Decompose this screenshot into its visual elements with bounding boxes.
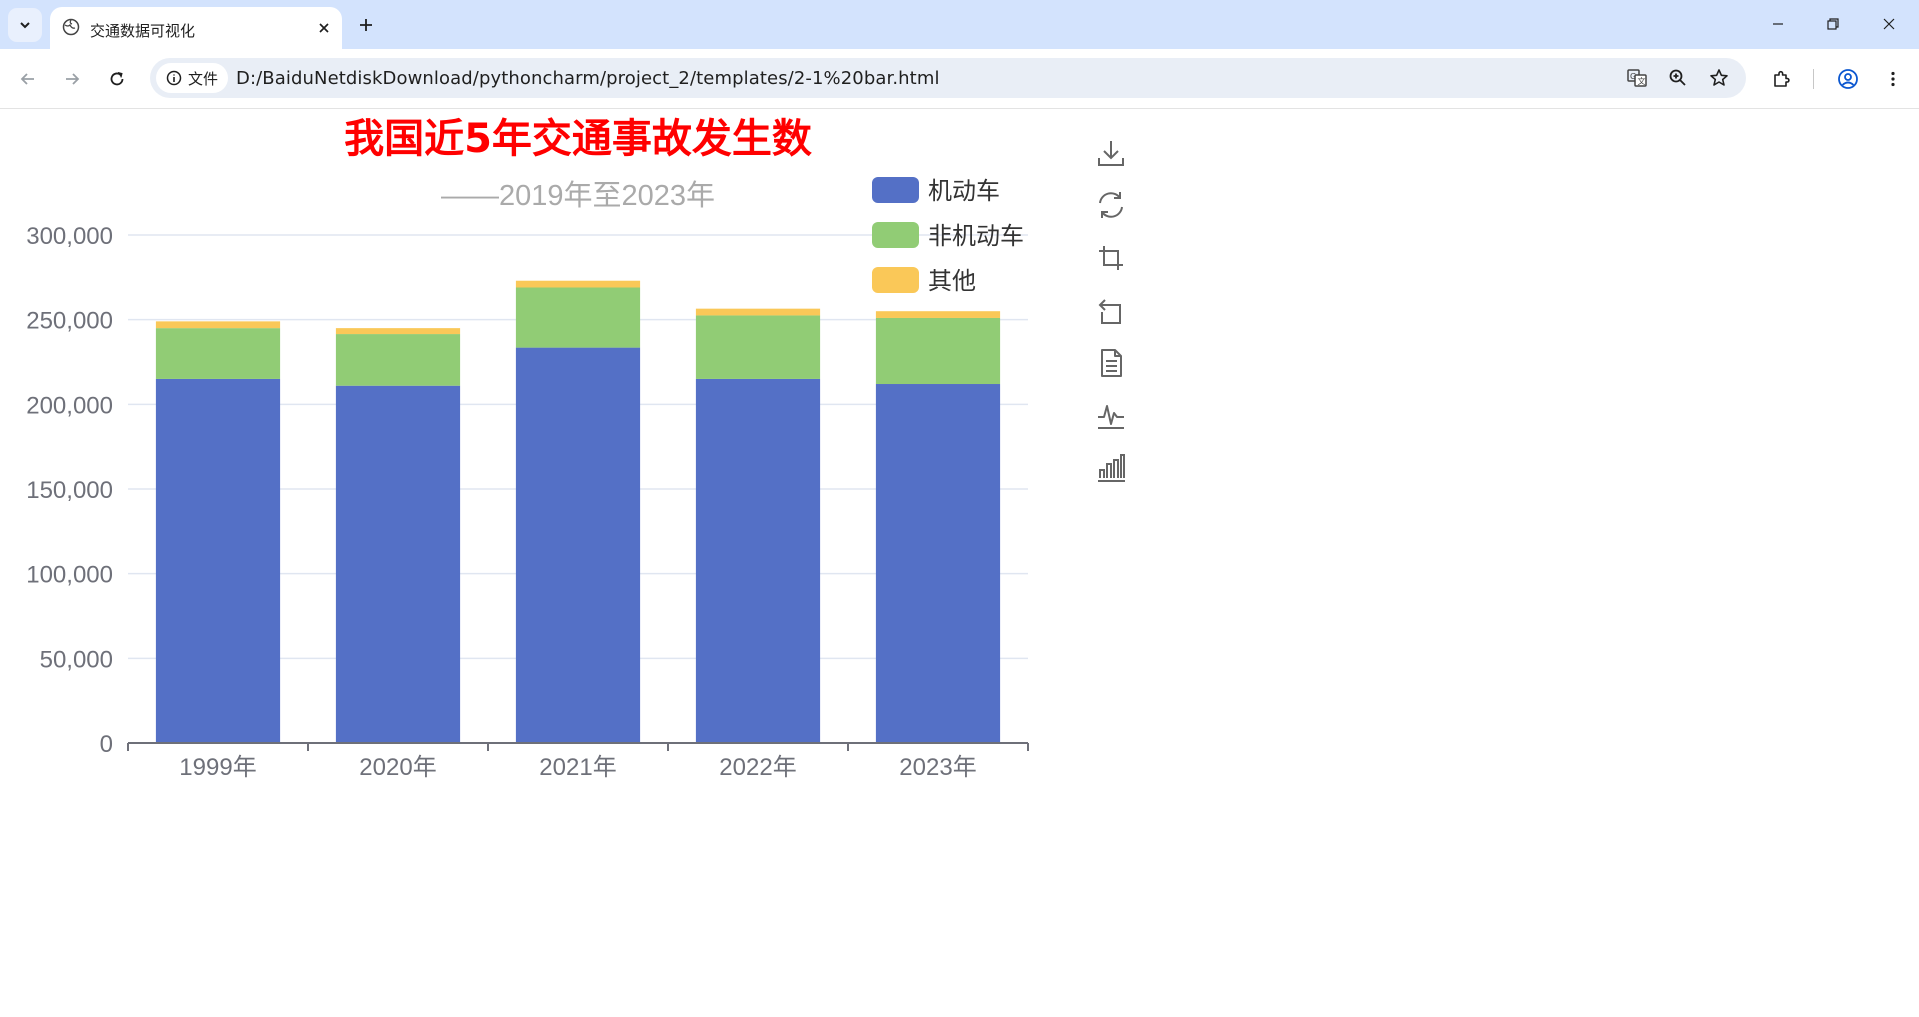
bar-segment [335, 334, 461, 386]
chart-title: 我国近5年交通事故发生数 [344, 116, 812, 162]
extensions-button[interactable] [1766, 63, 1798, 95]
legend-label: 非机动车 [928, 222, 1024, 250]
x-tick-label: 2021年 [539, 754, 616, 781]
tab-strip: 交通数据可视化 [0, 0, 1919, 49]
y-tick-label: 150,000 [26, 477, 113, 504]
stacked-bar-chart: 我国近5年交通事故发生数 ——2019年至2023年 0 50,000 100,00… [26, 116, 1029, 781]
toolbox-save-image[interactable] [1094, 136, 1128, 170]
more-vert-icon [1891, 71, 1895, 87]
svg-text:G: G [1630, 72, 1636, 81]
zoom-reset-icon [1098, 299, 1121, 324]
bar-segment [695, 378, 821, 743]
restore-icon [1827, 18, 1839, 30]
url-text[interactable]: D:/BaiduNetdiskDownload/pythoncharm/proj… [236, 68, 940, 89]
y-tick-label: 200,000 [26, 392, 113, 419]
zoom-button[interactable] [1665, 65, 1691, 91]
refresh-icon [1099, 192, 1123, 218]
bar-segment [515, 347, 641, 743]
plus-icon [360, 19, 372, 31]
legend: 机动车非机动车其他 [872, 177, 1024, 295]
bar-segment [695, 315, 821, 379]
reload-icon [110, 72, 124, 86]
site-info-button[interactable]: 文件 [156, 63, 228, 93]
bar-segment [155, 321, 281, 329]
tab-close-button[interactable] [312, 16, 336, 40]
y-tick-label: 250,000 [26, 308, 113, 335]
toolbar-divider [1813, 69, 1814, 89]
arrow-left-icon [20, 73, 34, 85]
address-bar[interactable]: 文件 D:/BaiduNetdiskDownload/pythoncharm/p… [150, 58, 1746, 98]
x-tick-label: 2020年 [359, 754, 436, 781]
puzzle-icon [1774, 70, 1790, 87]
toolbox-zoom-back[interactable] [1094, 294, 1128, 328]
y-tick-label: 0 [100, 731, 113, 758]
minimize-icon [1773, 23, 1783, 25]
legend-swatch [872, 267, 919, 293]
close-window-icon [1883, 18, 1895, 30]
bookmark-button[interactable] [1706, 65, 1732, 91]
bar-segment [155, 378, 281, 743]
legend-swatch [872, 222, 919, 248]
toolbox-data-zoom[interactable] [1094, 241, 1128, 275]
minimize-button[interactable] [1756, 8, 1800, 40]
bar-segment [515, 287, 641, 348]
bar-segment [875, 311, 1001, 318]
info-icon [166, 70, 182, 86]
bar-segment [335, 385, 461, 743]
y-tick-label: 50,000 [40, 646, 113, 673]
line-chart-icon [1098, 405, 1124, 429]
browser-toolbar: 文件 D:/BaiduNetdiskDownload/pythoncharm/p… [0, 49, 1919, 109]
chart-subtitle: ——2019年至2023年 [441, 179, 715, 212]
x-tick-label: 1999年 [179, 754, 256, 781]
tab-search-button[interactable] [8, 8, 42, 42]
toolbox-data-view[interactable] [1094, 346, 1128, 380]
new-tab-button[interactable] [353, 12, 379, 38]
tab-title: 交通数据可视化 [90, 22, 196, 40]
bar-segment [155, 328, 281, 379]
zoom-area-icon [1099, 246, 1123, 270]
toolbox-bar[interactable] [1094, 450, 1128, 484]
back-button[interactable] [12, 63, 44, 95]
legend-swatch [872, 177, 919, 203]
bar-segment [515, 280, 641, 288]
site-info-label: 文件 [187, 69, 218, 88]
globe-icon [62, 18, 80, 36]
download-icon [1098, 141, 1124, 166]
toolbox-restore[interactable] [1094, 188, 1128, 222]
translate-icon: G 文 [1627, 69, 1647, 87]
menu-button[interactable] [1877, 63, 1909, 95]
x-tick-label: 2022年 [719, 754, 796, 781]
arrow-right-icon [66, 73, 80, 85]
bar-segment [335, 328, 461, 335]
account-icon [1838, 69, 1858, 89]
svg-text:文: 文 [1638, 76, 1646, 86]
close-icon [319, 23, 329, 33]
data-view-icon [1101, 349, 1122, 377]
forward-button[interactable] [56, 63, 88, 95]
star-icon [1710, 69, 1728, 86]
chevron-down-icon [20, 22, 30, 29]
zoom-in-icon [1669, 69, 1686, 86]
reload-button[interactable] [101, 63, 133, 95]
bar-chart-icon [1098, 454, 1125, 482]
legend-label: 其他 [928, 267, 976, 295]
bar-segment [695, 308, 821, 316]
browser-tab[interactable]: 交通数据可视化 [50, 7, 342, 49]
bar-segment [875, 384, 1001, 743]
restore-button[interactable] [1811, 8, 1855, 40]
toolbox-line[interactable] [1094, 398, 1128, 432]
close-window-button[interactable] [1867, 8, 1911, 40]
x-tick-label: 2023年 [899, 754, 976, 781]
bar-segment [875, 317, 1001, 385]
profile-button[interactable] [1832, 63, 1864, 95]
y-tick-label: 300,000 [26, 223, 113, 250]
y-tick-label: 100,000 [26, 562, 113, 589]
translate-button[interactable]: G 文 [1624, 65, 1650, 91]
legend-label: 机动车 [928, 177, 1000, 205]
bars [155, 280, 1001, 743]
